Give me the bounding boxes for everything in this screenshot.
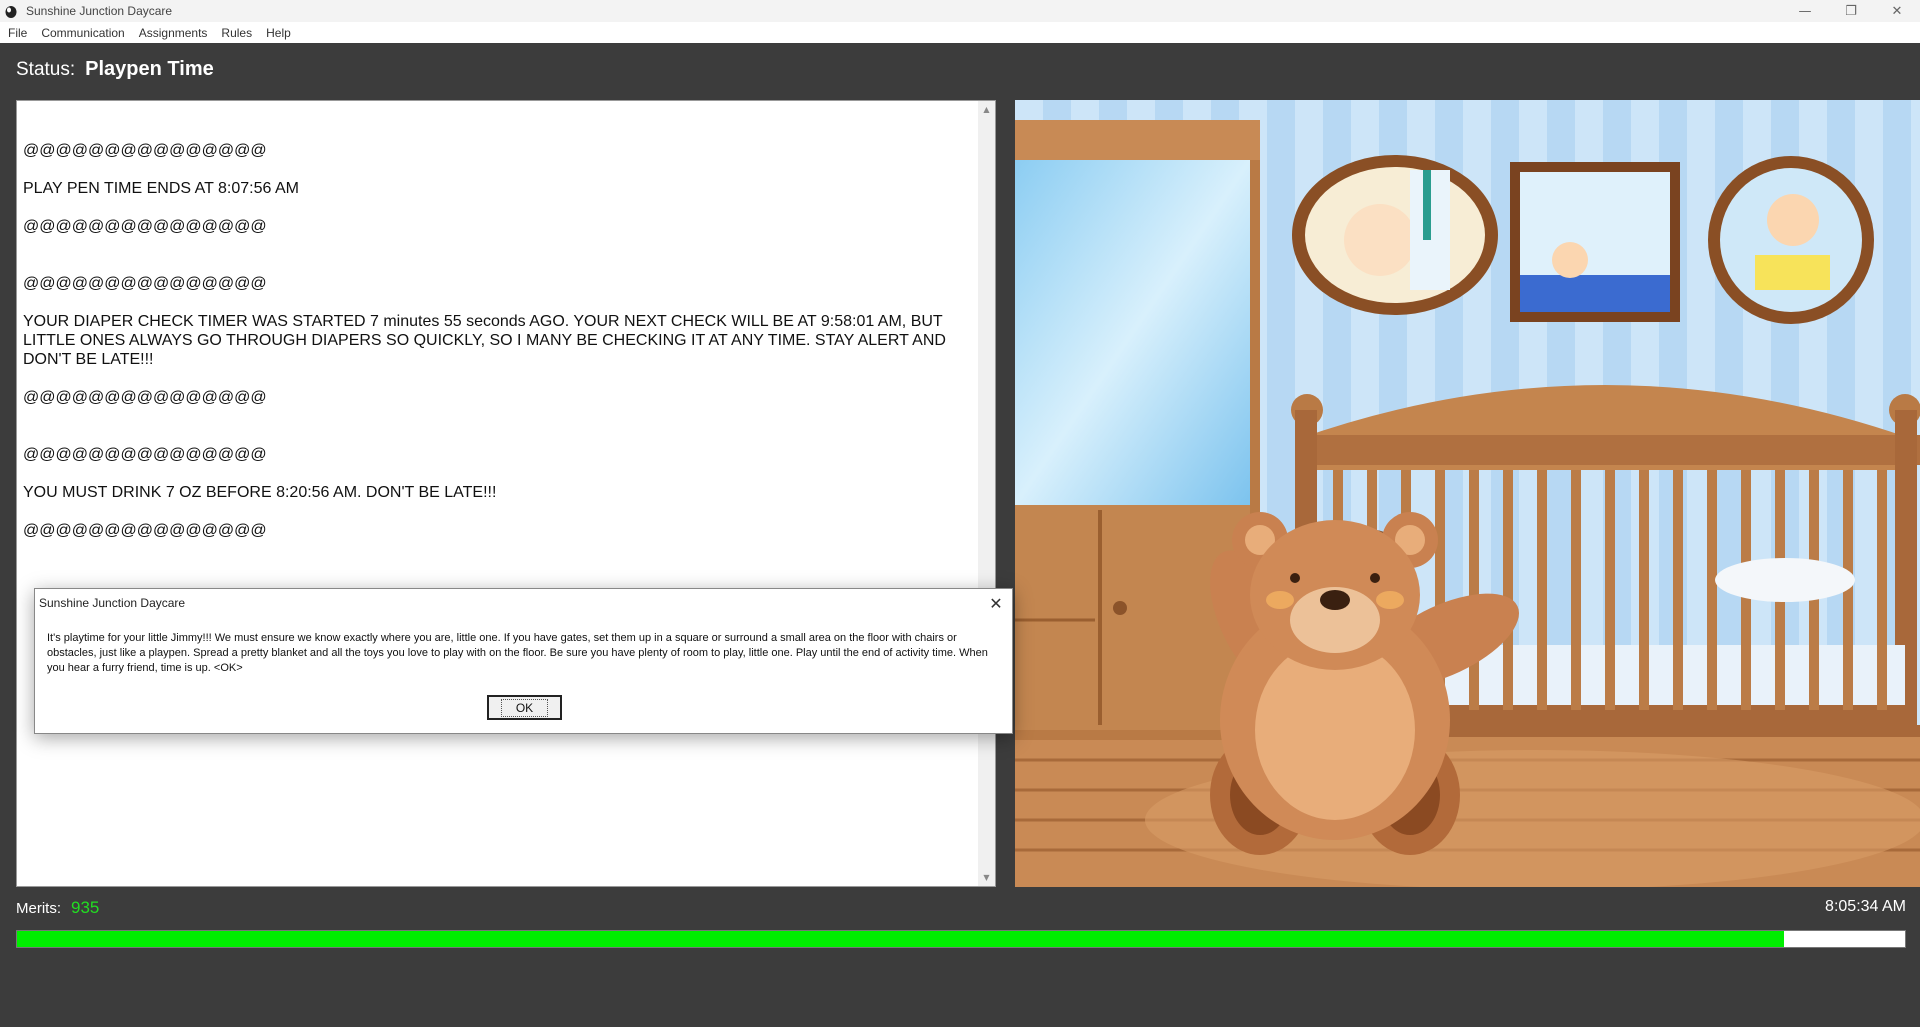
nursery-illustration: [1015, 100, 1920, 887]
close-icon[interactable]: ✕: [986, 593, 1006, 613]
message-dialog: Sunshine Junction Daycare ✕ It's playtim…: [34, 588, 1013, 734]
status-value: Playpen Time: [85, 58, 214, 80]
log-line: YOU MUST DRINK 7 OZ BEFORE 8:20:56 AM. D…: [23, 484, 497, 501]
merits-label: Merits:: [16, 900, 61, 917]
minimize-button[interactable]: —: [1782, 0, 1828, 22]
title-bar: Sunshine Junction Daycare — ❐ ✕: [0, 0, 1920, 22]
menu-bar: File Communication Assignments Rules Hel…: [0, 22, 1920, 43]
log-line: PLAY PEN TIME ENDS AT 8:07:56 AM: [23, 180, 299, 197]
message-log: @@@@@@@@@@@@@@@ PLAY PEN TIME ENDS AT 8:…: [23, 141, 978, 540]
close-button[interactable]: ✕: [1874, 0, 1920, 22]
vertical-scrollbar[interactable]: ▲ ▼: [978, 101, 995, 886]
log-line: YOUR DIAPER CHECK TIMER WAS STARTED 7 mi…: [23, 313, 946, 368]
log-line: @@@@@@@@@@@@@@@: [23, 142, 267, 159]
scroll-down-arrow-icon[interactable]: ▼: [978, 869, 995, 886]
time-progress-fill: [17, 931, 1785, 947]
log-line: @@@@@@@@@@@@@@@: [23, 275, 267, 292]
status-display: Status: Playpen Time: [16, 58, 214, 81]
app-icon: [5, 6, 17, 18]
log-line: @@@@@@@@@@@@@@@: [23, 446, 267, 463]
window-title: Sunshine Junction Daycare: [26, 4, 173, 18]
restore-button[interactable]: ❐: [1828, 0, 1874, 22]
log-line: @@@@@@@@@@@@@@@: [23, 389, 267, 406]
menu-file[interactable]: File: [8, 26, 27, 40]
clock: 8:05:34 AM: [1825, 898, 1906, 915]
dialog-message: It's playtime for your little Jimmy!!! W…: [47, 632, 988, 674]
menu-communication[interactable]: Communication: [41, 26, 124, 40]
merits-value: 935: [71, 898, 100, 917]
status-label: Status:: [16, 59, 76, 80]
merits-display: Merits: 935: [16, 898, 99, 918]
ok-button-label: OK: [500, 698, 549, 717]
log-line: @@@@@@@@@@@@@@@: [23, 218, 267, 235]
log-line: @@@@@@@@@@@@@@@: [23, 522, 267, 539]
menu-rules[interactable]: Rules: [221, 26, 252, 40]
time-progress-bar: [16, 930, 1906, 948]
message-log-panel[interactable]: @@@@@@@@@@@@@@@ PLAY PEN TIME ENDS AT 8:…: [16, 100, 996, 887]
menu-help[interactable]: Help: [266, 26, 291, 40]
menu-assignments[interactable]: Assignments: [139, 26, 208, 40]
ok-button[interactable]: OK: [487, 695, 562, 720]
nursery-scene: [1015, 100, 1920, 887]
scroll-up-arrow-icon[interactable]: ▲: [978, 101, 995, 118]
dialog-title: Sunshine Junction Daycare: [39, 596, 186, 610]
window-controls: — ❐ ✕: [1782, 0, 1920, 22]
